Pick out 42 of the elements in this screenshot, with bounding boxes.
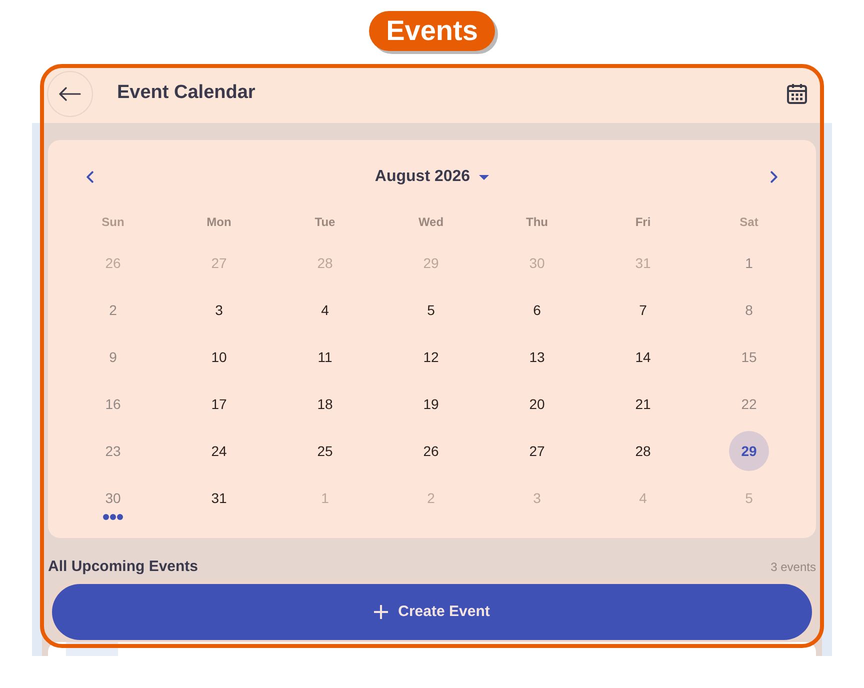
weekday-label: Wed [417,214,445,231]
date-button[interactable]: 17 [199,384,239,424]
weekday-label: Mon [206,214,232,231]
weekday-label: Fri [634,214,652,231]
arrow-left-icon [59,86,81,100]
date-button[interactable]: 7 [623,290,663,330]
create-event-button[interactable]: Create Event [52,584,812,640]
date-button[interactable]: 29 [729,431,769,471]
date-button[interactable]: 24 [199,431,239,471]
date-button[interactable]: 11 [305,337,345,377]
date-button[interactable]: 21 [623,384,663,424]
weekday-label: Sun [100,214,126,231]
date-button[interactable]: 13 [517,337,557,377]
date-button[interactable]: 10 [199,337,239,377]
date-button[interactable]: 5 [411,290,451,330]
weekday-label: Sat [738,214,760,231]
date-button[interactable]: 6 [517,290,557,330]
date-button[interactable]: 27 [517,431,557,471]
calendar-icon[interactable] [787,83,807,104]
caret-down-icon [479,174,490,180]
chevron-right-icon [770,171,778,183]
section-title: All Upcoming Events [48,556,198,577]
date-button[interactable]: 12 [411,337,451,377]
date-button[interactable]: 28 [623,431,663,471]
date-button[interactable]: 18 [305,384,345,424]
screen-title: Event Calendar [117,81,256,106]
event-count: 3 events [770,559,816,576]
month-dropdown[interactable]: August 2026 [374,165,490,189]
date-button[interactable]: 26 [411,431,451,471]
back-button[interactable] [47,70,93,116]
date-button[interactable]: 4 [305,290,345,330]
weekday-label: Thu [525,214,549,231]
date-button[interactable]: 19 [411,384,451,424]
date-button[interactable]: 20 [517,384,557,424]
chevron-left-icon [86,171,94,183]
weekday-label: Tue [314,214,336,231]
section-badge: Events [369,11,495,51]
date-button[interactable]: 25 [305,431,345,471]
date-button[interactable]: 31 [199,478,239,518]
date-button[interactable]: 14 [623,337,663,377]
date-button[interactable]: 3 [199,290,239,330]
plus-icon [374,605,388,619]
